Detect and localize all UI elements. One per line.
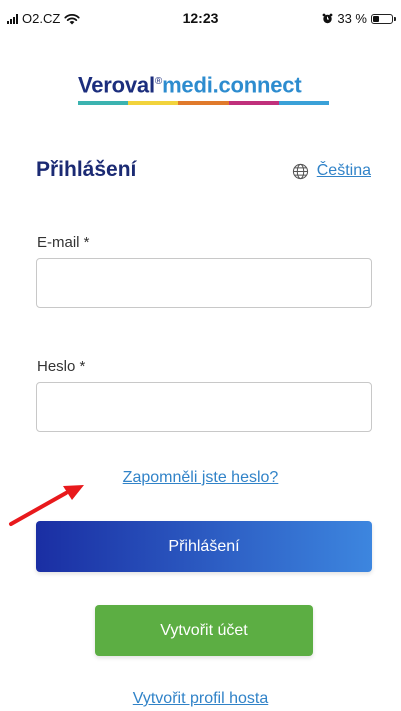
globe-icon [292, 163, 308, 179]
status-right: 33 % [322, 11, 396, 26]
logo-color-bar [78, 101, 330, 105]
guest-profile-link[interactable]: Vytvořit profil hosta [133, 690, 268, 707]
logo-bar-segment [178, 101, 229, 105]
logo-bar-segment [78, 101, 129, 105]
logo-bar-segment [128, 101, 179, 105]
logo-brand: Veroval [78, 72, 155, 98]
battery-icon [371, 13, 396, 24]
guest-profile-row: Vytvořit profil hosta [0, 690, 401, 708]
logo-text: Veroval®medi.connect [78, 69, 329, 98]
email-field[interactable] [36, 258, 372, 308]
language-label: Čeština [316, 162, 371, 179]
page-title: Přihlášení [36, 158, 137, 181]
password-label: Heslo * [37, 358, 86, 375]
logo-bar-segment [228, 101, 279, 105]
logo-product: medi.connect [162, 72, 302, 98]
email-label: E-mail * [37, 234, 90, 251]
language-selector[interactable]: Čeština [292, 162, 371, 180]
password-field[interactable] [36, 382, 372, 432]
status-bar: O2.CZ 12:23 33 % [0, 0, 401, 40]
create-account-button[interactable]: Vytvořit účet [95, 605, 313, 656]
alarm-icon [322, 13, 333, 24]
logo-bar-segment [278, 101, 330, 105]
battery-percent: 33 % [337, 11, 367, 26]
login-button[interactable]: Přihlášení [36, 521, 372, 572]
logo-registered-mark: ® [154, 76, 163, 87]
forgot-password-link[interactable]: Zapomněli jste heslo? [123, 469, 279, 486]
app-logo: Veroval®medi.connect [78, 69, 330, 111]
